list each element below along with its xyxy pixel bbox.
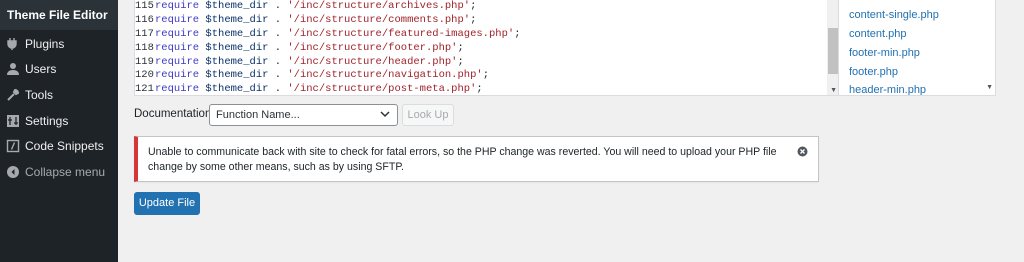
code-terminator: ;	[457, 41, 464, 54]
code-keyword: require	[155, 0, 200, 12]
line-number: 120	[135, 69, 154, 82]
code-variable: $theme_dir	[205, 41, 269, 54]
code-string: '/inc/structure/footer.php'	[287, 41, 458, 54]
scroll-down-arrow-icon[interactable]: ▼	[830, 87, 837, 94]
code-terminator: ;	[482, 69, 489, 82]
code-operator: .	[268, 83, 288, 96]
code-line: 116 require $theme_dir . '/inc/structure/…	[135, 14, 839, 28]
code-line: 119 require $theme_dir . '/inc/structure/…	[135, 56, 839, 70]
code-string: '/inc/structure/featured-images.php'	[287, 27, 515, 40]
code-keyword: require	[155, 13, 200, 26]
collapse-menu-button[interactable]: Collapse menu	[0, 159, 118, 185]
line-number: 119	[135, 55, 154, 68]
code-string: '/inc/structure/navigation.php'	[287, 69, 483, 82]
code-variable: $theme_dir	[205, 83, 269, 96]
line-number: 116	[135, 13, 154, 26]
sidebar-item-label: Settings	[25, 113, 69, 128]
collapse-icon	[2, 162, 24, 182]
code-terminator: ;	[470, 13, 477, 26]
sidebar-item-settings[interactable]: Settings	[0, 108, 118, 134]
code-line: 115 require $theme_dir . '/inc/structure/…	[135, 0, 839, 14]
line-number: 118	[135, 41, 154, 54]
file-link[interactable]: content-single.php	[849, 9, 939, 21]
code-variable: $theme_dir	[205, 13, 269, 26]
code-operator: .	[268, 0, 288, 12]
settings-icon	[2, 111, 24, 131]
sidebar-item-code-snippets[interactable]: Code Snippets	[0, 133, 118, 159]
line-number: 115	[135, 0, 154, 12]
wrench-icon	[2, 85, 24, 105]
code-operator: .	[268, 41, 288, 54]
look-up-button[interactable]: Look Up	[402, 104, 454, 126]
chevron-down-icon	[379, 108, 391, 120]
sidebar-item-label: Users	[25, 62, 57, 77]
dismiss-icon[interactable]	[797, 145, 808, 157]
line-number: 117	[135, 27, 154, 40]
code-string: '/inc/structure/post-meta.php'	[287, 83, 477, 96]
sidebar-item-tools[interactable]: Tools	[0, 82, 118, 108]
code-terminator: ;	[457, 55, 464, 68]
code-line: 121 require $theme_dir . '/inc/structure/…	[135, 83, 839, 96]
sidebar-item-users[interactable]: Users	[0, 57, 118, 83]
select-value: Function Name...	[216, 109, 300, 121]
plug-icon	[2, 34, 24, 54]
line-number: 121	[135, 83, 154, 96]
sidebar-submenu-theme-file-editor[interactable]: Theme File Editor	[0, 0, 118, 30]
theme-files-list: content-single.php content.php footer-mi…	[838, 0, 996, 96]
sidebar-item-plugins[interactable]: Plugins	[0, 31, 118, 57]
code-string: '/inc/structure/comments.php'	[287, 13, 471, 26]
code-variable: $theme_dir	[205, 55, 269, 68]
sidebar-item-label: Tools	[25, 87, 54, 102]
code-snippets-icon	[2, 136, 24, 156]
code-variable: $theme_dir	[205, 0, 269, 12]
notice-message: Unable to communicate back with site to …	[148, 146, 777, 173]
code-editor[interactable]: 115 require $theme_dir . '/inc/structure/…	[134, 0, 840, 96]
code-line: 120 require $theme_dir . '/inc/structure/…	[135, 69, 839, 83]
sidebar-item-label: Code Snippets	[25, 139, 104, 154]
editor-scrollbar-thumb[interactable]	[828, 28, 838, 74]
code-string: '/inc/structure/archives.php'	[287, 0, 471, 12]
scroll-down-arrow-icon[interactable]: ▼	[986, 84, 993, 91]
code-keyword: require	[155, 69, 200, 82]
file-link[interactable]: footer-min.php	[849, 47, 920, 59]
code-terminator: ;	[476, 83, 483, 96]
user-icon	[2, 59, 24, 79]
code-variable: $theme_dir	[205, 69, 269, 82]
code-keyword: require	[155, 83, 200, 96]
code-variable: $theme_dir	[205, 27, 269, 40]
code-line: 118 require $theme_dir . '/inc/structure/…	[135, 42, 839, 56]
code-string: '/inc/structure/header.php'	[287, 55, 458, 68]
code-terminator: ;	[514, 27, 521, 40]
code-keyword: require	[155, 55, 200, 68]
admin-sidebar: Theme File Editor Plugins Users Tools Se…	[0, 0, 118, 262]
error-notice: Unable to communicate back with site to …	[134, 136, 819, 182]
sidebar-item-label: Plugins	[25, 36, 65, 51]
code-operator: .	[268, 55, 288, 68]
file-link[interactable]: header-min.php	[849, 84, 926, 95]
file-link[interactable]: footer.php	[849, 66, 898, 78]
file-list-scrollbar[interactable]: ▼	[983, 0, 995, 95]
code-operator: .	[268, 27, 288, 40]
function-name-select[interactable]: Function Name...	[209, 104, 398, 126]
sidebar-menu: Plugins Users Tools Settings Code Snippe…	[0, 30, 118, 185]
code-operator: .	[268, 69, 288, 82]
code-line: 117 require $theme_dir . '/inc/structure/…	[135, 28, 839, 42]
documentation-label: Documentation:	[134, 108, 215, 120]
update-file-button[interactable]: Update File	[134, 192, 200, 215]
file-link[interactable]: content.php	[849, 28, 907, 40]
code-keyword: require	[155, 41, 200, 54]
code-lines: 115 require $theme_dir . '/inc/structure/…	[135, 0, 839, 96]
code-keyword: require	[155, 27, 200, 40]
code-terminator: ;	[470, 0, 477, 12]
sidebar-item-label: Collapse menu	[25, 164, 106, 179]
code-operator: .	[268, 13, 288, 26]
